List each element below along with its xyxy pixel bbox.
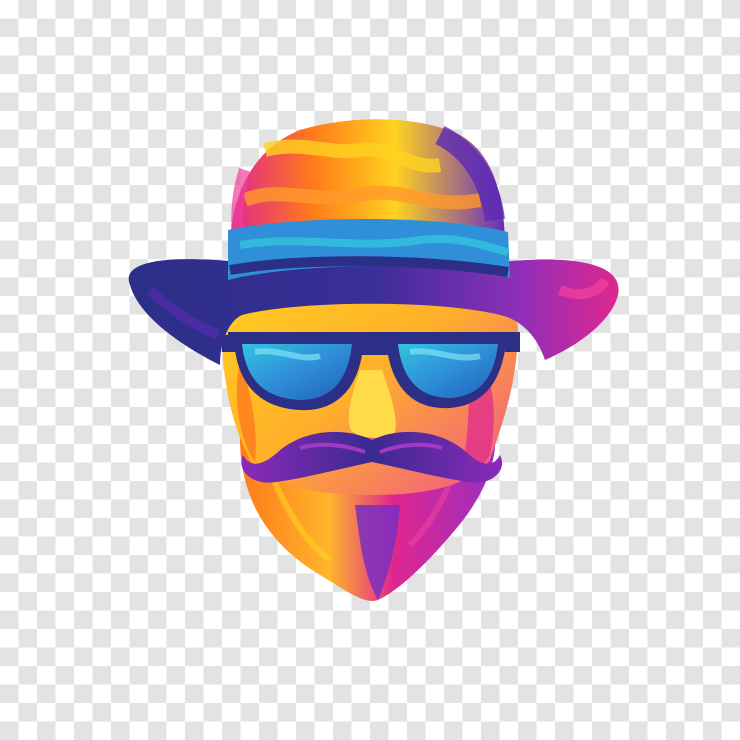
transparency-checkerboard xyxy=(0,0,740,740)
hipster-head-illustration xyxy=(128,119,619,601)
